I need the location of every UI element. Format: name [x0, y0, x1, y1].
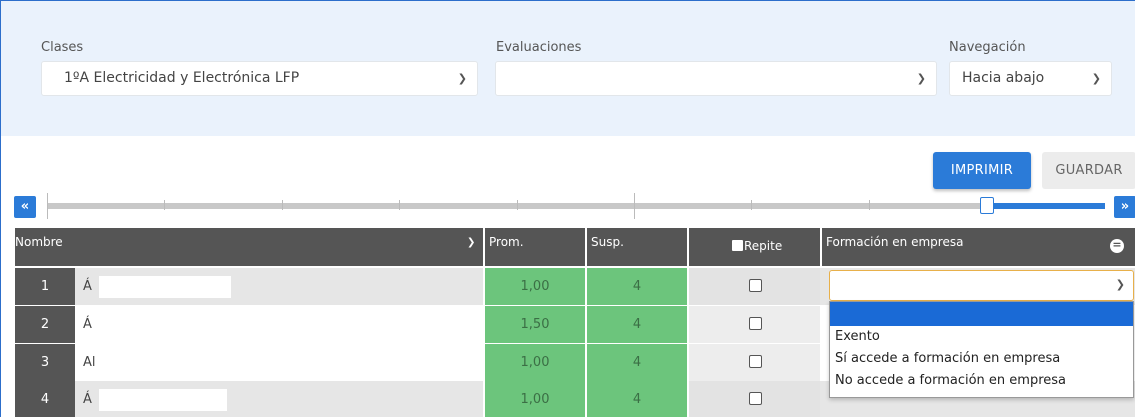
- header-repite: Repite: [689, 228, 820, 266]
- header-repite-label: Repite: [744, 239, 783, 253]
- slider-tick: [47, 193, 48, 219]
- repite-checkbox[interactable]: [749, 279, 762, 292]
- navegacion-select-value: Hacia abajo: [962, 70, 1045, 86]
- repite-all-checkbox[interactable]: [732, 240, 743, 251]
- student-name: Á: [75, 381, 483, 417]
- prom-cell: 1,00: [485, 268, 585, 305]
- header-formacion: Formación en empresa =: [822, 228, 1135, 266]
- chevron-down-icon: ❯: [916, 72, 926, 85]
- redacted-block: [99, 276, 231, 298]
- header-prom[interactable]: Prom.: [485, 228, 585, 266]
- susp-cell: 4: [587, 306, 687, 343]
- clases-select[interactable]: 1ºA Electricidad y Electrónica LFP ❯: [41, 61, 478, 96]
- prom-cell: 1,00: [485, 344, 585, 381]
- header-nombre[interactable]: Nombre ❯: [15, 228, 483, 266]
- header-prom-label: Prom.: [489, 235, 524, 249]
- row-number: 1: [15, 268, 75, 305]
- chevron-down-icon: ❯: [457, 72, 467, 85]
- scroll-right-button[interactable]: »: [1114, 196, 1135, 218]
- slider-tick: [751, 200, 752, 210]
- chevron-down-icon: ❯: [1091, 72, 1101, 85]
- scroll-left-button[interactable]: «: [14, 196, 36, 218]
- student-name-text: Al: [83, 355, 96, 370]
- save-button[interactable]: GUARDAR: [1042, 152, 1135, 189]
- repite-checkbox[interactable]: [749, 355, 762, 368]
- dropdown-option-exento[interactable]: Exento: [830, 326, 1133, 348]
- scroll-slider-fill: [987, 203, 1105, 209]
- header-susp-label: Susp.: [591, 235, 624, 249]
- evaluaciones-select[interactable]: ❯: [495, 61, 937, 96]
- student-name: Á: [75, 306, 483, 343]
- student-name-text: Á: [83, 392, 92, 407]
- clases-select-value: 1ºA Electricidad y Electrónica LFP: [64, 70, 300, 86]
- chevron-down-icon[interactable]: ❯: [467, 237, 475, 248]
- student-name-text: Á: [83, 279, 92, 294]
- dropdown-option-no-accede[interactable]: No accede a formación en empresa: [830, 370, 1133, 392]
- collapse-icon[interactable]: =: [1110, 239, 1124, 253]
- redacted-block: [99, 314, 221, 336]
- slider-tick: [869, 200, 870, 210]
- repite-cell: [689, 344, 820, 381]
- header-formacion-label: Formación en empresa: [826, 235, 964, 249]
- susp-cell: 4: [587, 268, 687, 305]
- prom-cell: 1,50: [485, 306, 585, 343]
- susp-cell: 4: [587, 344, 687, 381]
- student-name: Á: [75, 268, 483, 305]
- scroll-slider-handle[interactable]: [980, 197, 994, 214]
- clases-label: Clases: [41, 40, 84, 55]
- repite-cell: [689, 381, 820, 417]
- row-number: 2: [15, 306, 75, 343]
- print-button[interactable]: IMPRIMIR: [933, 152, 1031, 189]
- dropdown-option-empty[interactable]: [830, 302, 1133, 326]
- row-number: 3: [15, 344, 75, 381]
- slider-tick: [399, 200, 400, 210]
- navegacion-select[interactable]: Hacia abajo ❯: [949, 61, 1112, 96]
- filters-panel: Clases 1ºA Electricidad y Electrónica LF…: [1, 0, 1135, 136]
- repite-checkbox[interactable]: [749, 317, 762, 330]
- student-name: Al: [75, 344, 483, 381]
- repite-cell: [689, 268, 820, 305]
- slider-tick: [634, 193, 635, 219]
- header-susp[interactable]: Susp.: [587, 228, 687, 266]
- row-number: 4: [15, 381, 75, 417]
- prom-cell: 1,00: [485, 381, 585, 417]
- redacted-block: [99, 389, 227, 411]
- formacion-dropdown-list: Exento Sí accede a formación en empresa …: [829, 301, 1134, 398]
- scroll-slider-track[interactable]: [47, 203, 1105, 209]
- navegacion-label: Navegación: [949, 40, 1026, 55]
- repite-cell: [689, 306, 820, 343]
- student-name-text: Á: [83, 317, 92, 332]
- slider-tick: [517, 200, 518, 210]
- slider-tick: [164, 200, 165, 210]
- chevron-down-icon: ❯: [1115, 278, 1125, 291]
- repite-checkbox[interactable]: [749, 392, 762, 405]
- formacion-select[interactable]: ❯: [829, 270, 1134, 301]
- susp-cell: 4: [587, 381, 687, 417]
- header-nombre-label: Nombre: [15, 235, 63, 249]
- dropdown-option-si-accede[interactable]: Sí accede a formación en empresa: [830, 348, 1133, 370]
- slider-tick: [282, 200, 283, 210]
- evaluaciones-label: Evaluaciones: [496, 40, 582, 55]
